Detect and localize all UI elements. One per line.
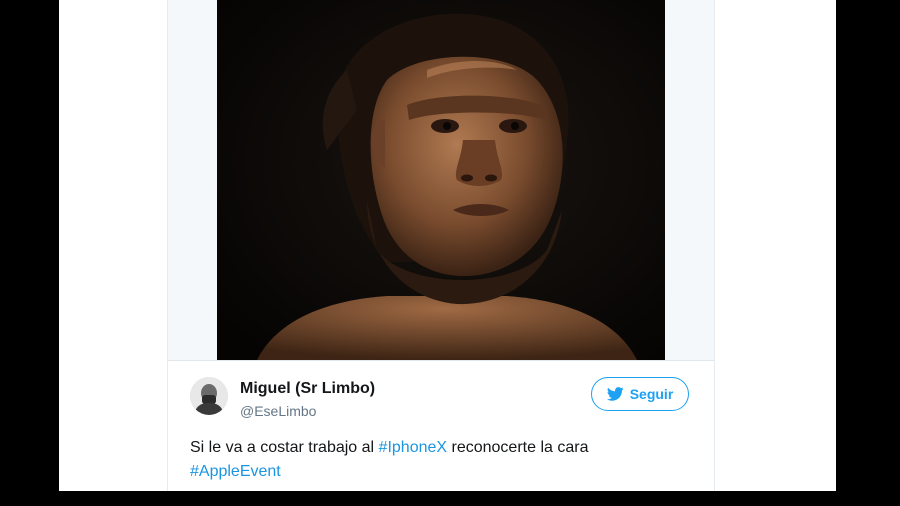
hominin-reconstruction-image <box>217 0 665 360</box>
tweet-text-part1: Si le va a costar trabajo al <box>190 439 379 456</box>
author-avatar[interactable] <box>190 377 228 415</box>
follow-button[interactable]: Seguir <box>591 377 689 411</box>
author-avatar-image <box>190 377 228 415</box>
author-handle[interactable]: @EseLimbo <box>240 403 316 419</box>
tweet-text-part2: reconocerte la cara <box>447 439 589 456</box>
tweet-photo[interactable] <box>217 0 665 360</box>
screen-background: Miguel (Sr Limbo) @EseLimbo Seguir Si le… <box>0 0 900 506</box>
author-name[interactable]: Miguel (Sr Limbo) <box>240 380 375 398</box>
hashtag-appleevent-link[interactable]: #AppleEvent <box>190 463 281 480</box>
media-divider <box>168 360 714 361</box>
twitter-bird-icon <box>606 387 624 401</box>
follow-button-label: Seguir <box>629 386 674 402</box>
tweet-media <box>168 0 714 360</box>
tweet-text: Si le va a costar trabajo al #IphoneX re… <box>190 436 690 484</box>
hashtag-iphonex-link[interactable]: #IphoneX <box>379 439 448 456</box>
embedded-tweet: Miguel (Sr Limbo) @EseLimbo Seguir Si le… <box>167 0 715 491</box>
page-content: Miguel (Sr Limbo) @EseLimbo Seguir Si le… <box>59 0 836 491</box>
